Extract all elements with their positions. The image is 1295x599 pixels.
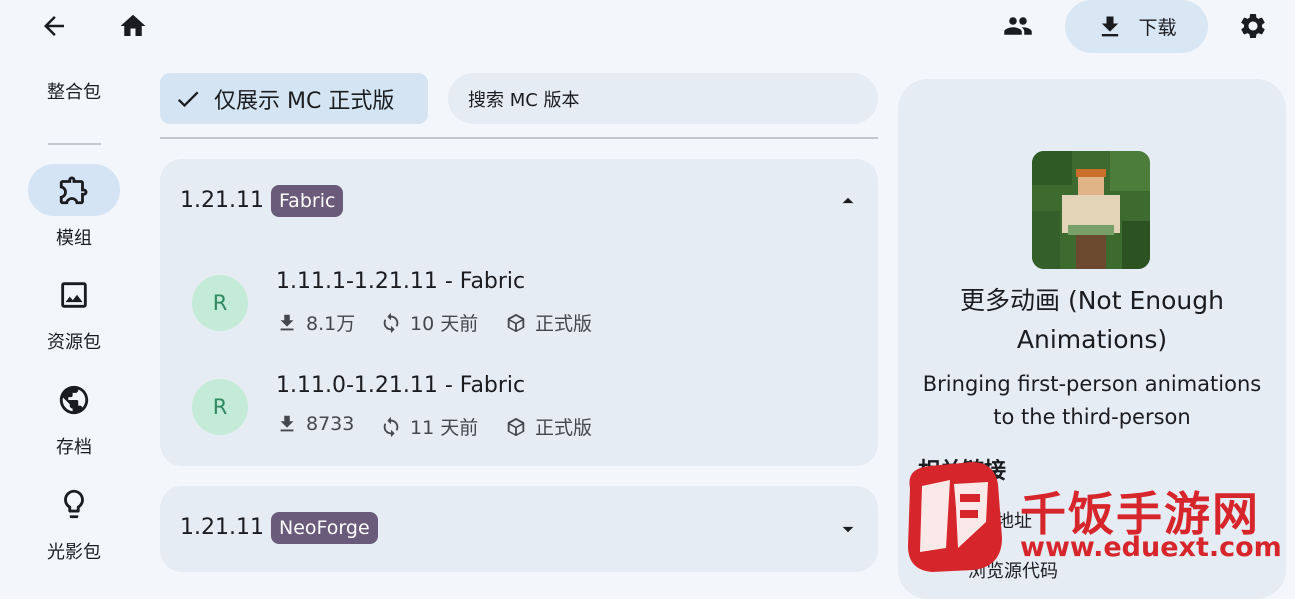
loader-tag: Fabric <box>271 185 344 217</box>
download-icon <box>280 314 294 330</box>
search-placeholder: 搜索 MC 版本 <box>468 89 580 111</box>
chevron-down-icon <box>842 526 854 533</box>
nav-icon-resourcepacks[interactable] <box>54 275 94 315</box>
version-group-header[interactable]: 1.21.11 Fabric <box>160 159 878 243</box>
download-count: 8733 <box>276 413 354 435</box>
download-label: 下载 <box>1138 17 1177 39</box>
updated-time-text: 10 天前 <box>410 313 479 335</box>
accounts-button[interactable] <box>996 4 1040 48</box>
arrow-back-icon <box>44 16 64 36</box>
release-only-filter-chip[interactable]: 仅展示 MC 正式版 <box>160 73 428 124</box>
filter-divider <box>160 137 878 139</box>
download-count-text: 8.1万 <box>306 313 356 335</box>
watermark-logo <box>908 462 1002 572</box>
updated-time: 10 天前 <box>380 309 478 336</box>
version-search-input[interactable]: 搜索 MC 版本 <box>448 73 878 124</box>
puzzle-icon <box>59 176 88 205</box>
sync-icon <box>383 312 399 333</box>
nav-item-saves[interactable]: 存档 <box>0 433 148 459</box>
gear-icon <box>1240 13 1265 38</box>
download-count: 8.1万 <box>276 309 355 336</box>
loader-tag: NeoForge <box>271 512 378 544</box>
expand-button[interactable] <box>834 515 862 543</box>
top-app-bar: 下载 <box>0 0 1295 58</box>
file-row[interactable]: R 1.11.1-1.21.11 - Fabric 8.1万 10 天前 正式版 <box>160 257 878 353</box>
nav-icon-shaderpacks[interactable] <box>54 484 94 524</box>
nav-item-modpacks[interactable]: 整合包 <box>0 78 148 104</box>
navigation-rail: 整合包 模组 资源包 存档 光影包 <box>0 58 150 576</box>
file-row[interactable]: R 1.11.0-1.21.11 - Fabric 8733 11 天前 正式版 <box>160 361 878 457</box>
file-name: 1.11.1-1.21.11 - Fabric <box>276 269 526 294</box>
nav-item-shaderpacks[interactable]: 光影包 <box>0 538 148 564</box>
game-version: 1.21.11 <box>180 515 264 540</box>
game-version: 1.21.11 <box>180 188 264 213</box>
nav-divider <box>48 143 101 145</box>
watermark-url: www.eduext.com <box>1020 532 1282 563</box>
file-avatar: R <box>192 379 248 435</box>
updated-time: 11 天前 <box>380 413 478 440</box>
file-avatar: R <box>192 275 248 331</box>
release-type: 正式版 <box>505 309 592 336</box>
nav-icon-saves[interactable] <box>54 380 94 420</box>
lightbulb-icon <box>64 489 84 519</box>
mod-description: Bringing first-person animations to the … <box>922 372 1262 429</box>
collapse-button[interactable] <box>834 187 862 215</box>
mod-title: 更多动画 (Not Enough Animations) <box>960 286 1224 354</box>
file-name: 1.11.0-1.21.11 - Fabric <box>276 373 526 398</box>
people-icon <box>1004 17 1032 35</box>
check-icon <box>177 91 199 107</box>
nav-item-mods[interactable] <box>28 164 120 216</box>
package-icon <box>507 417 525 436</box>
nav-item-resourcepacks[interactable]: 资源包 <box>0 328 148 354</box>
image-icon <box>61 282 87 308</box>
home-icon <box>120 14 146 36</box>
release-type: 正式版 <box>505 413 592 440</box>
settings-button[interactable] <box>1231 4 1275 48</box>
updated-time-text: 11 天前 <box>410 417 479 439</box>
site-watermark: 千饭手游网 www.eduext.com <box>902 448 1282 576</box>
release-type-text: 正式版 <box>535 313 593 335</box>
version-group-card: 1.21.11 Fabric R 1.11.1-1.21.11 - Fabric… <box>160 159 878 466</box>
version-group-card: 1.21.11 NeoForge <box>160 486 878 572</box>
globe-icon <box>59 385 89 415</box>
download-icon <box>1102 16 1119 36</box>
package-icon <box>507 313 525 332</box>
version-group-header[interactable]: 1.21.11 NeoForge <box>160 486 878 572</box>
mod-thumbnail <box>1032 151 1150 269</box>
back-button[interactable] <box>32 4 76 48</box>
chevron-up-icon <box>842 197 854 204</box>
sync-icon <box>383 416 399 437</box>
download-count-text: 8733 <box>306 413 355 435</box>
nav-label-mods: 模组 <box>56 228 92 249</box>
download-button[interactable]: 下载 <box>1065 0 1208 53</box>
release-type-text: 正式版 <box>535 417 593 439</box>
download-icon <box>280 415 294 432</box>
filter-chip-label: 仅展示 MC 正式版 <box>214 88 395 114</box>
home-button[interactable] <box>111 4 155 48</box>
